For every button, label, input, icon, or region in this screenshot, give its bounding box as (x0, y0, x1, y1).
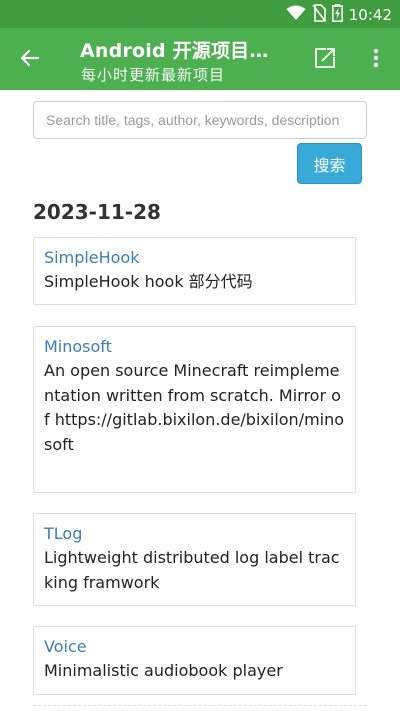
date-heading: 2023-11-28 (33, 200, 161, 224)
app-bar: Android 开源项目… 每小时更新最新项目 (0, 28, 400, 90)
project-card: SimpleHook SimpleHook hook 部分代码 (33, 237, 356, 305)
project-description: SimpleHook hook 部分代码 (44, 272, 253, 291)
project-description: Minimalistic audiobook player (44, 661, 283, 680)
project-card: Voice Minimalistic audiobook player (33, 626, 356, 695)
project-description: An open source Minecraft reimplementatio… (44, 361, 345, 454)
more-vert-icon (373, 48, 379, 72)
project-title-link[interactable]: Voice (44, 635, 345, 659)
wifi-icon (286, 5, 306, 25)
status-time: 10:42 (348, 6, 392, 24)
project-description: Lightweight distributed log label tracki… (44, 548, 340, 592)
page-title: Android 开源项目… (80, 40, 269, 62)
project-title-link[interactable]: TLog (44, 522, 345, 546)
more-options-button[interactable] (364, 46, 388, 74)
no-sim-icon (312, 4, 326, 26)
share-icon (314, 47, 336, 73)
page-subtitle: 每小时更新最新项目 (81, 66, 226, 84)
list-divider (33, 705, 367, 706)
project-title-link[interactable]: Minosoft (44, 335, 345, 359)
project-title-link[interactable]: SimpleHook (44, 246, 345, 270)
back-arrow-icon (20, 48, 40, 72)
search-input[interactable] (33, 101, 367, 139)
battery-charging-icon (331, 4, 343, 26)
status-bar: 10:42 (0, 0, 400, 28)
project-card: Minosoft An open source Minecraft reimpl… (33, 326, 356, 493)
project-card: TLog Lightweight distributed log label t… (33, 513, 356, 606)
status-icons: 10:42 (286, 4, 392, 26)
search-button-label: 搜索 (313, 155, 346, 175)
share-button[interactable] (311, 46, 339, 74)
search-button[interactable]: 搜索 (297, 143, 362, 184)
back-button[interactable] (14, 44, 46, 76)
